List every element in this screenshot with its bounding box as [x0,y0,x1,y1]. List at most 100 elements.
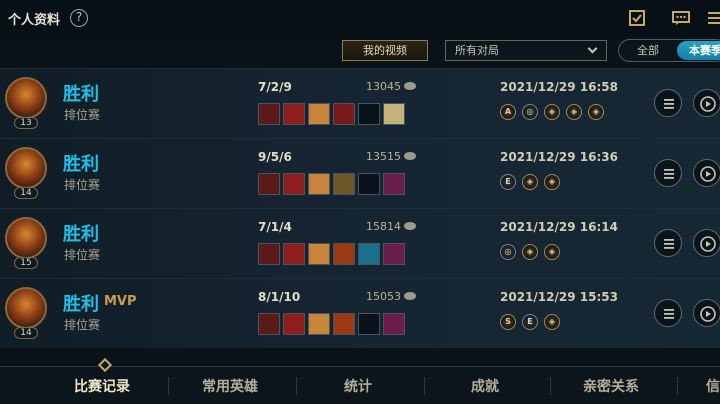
item-slot[interactable] [333,103,355,125]
item-build [258,313,405,335]
nav-divider [677,377,678,395]
item-slot[interactable] [333,243,355,265]
chevron-down-icon [587,43,598,54]
match-result: 胜利 [63,294,99,315]
level-badge: 13 [14,117,38,129]
match-datetime: 2021/12/29 15:53 [500,290,618,304]
replay-icon [700,96,716,112]
item-slot[interactable] [258,103,280,125]
chat-icon[interactable] [672,9,690,27]
replay-button[interactable] [693,299,720,327]
item-slot[interactable] [308,243,330,265]
item-slot[interactable] [383,313,405,335]
match-detail-button[interactable] [654,89,682,117]
item-slot[interactable] [308,313,330,335]
tab-overflow[interactable]: 信 [706,376,720,396]
item-slot[interactable] [383,243,405,265]
list-icon [664,239,674,249]
replay-icon [700,306,716,322]
checklist-icon[interactable] [628,9,646,27]
season-toggle[interactable]: 全部 本赛季 [618,39,720,62]
tab-achievements[interactable]: 成就 [471,376,499,396]
match-row[interactable]: 13 胜利 排位赛 7/2/9 13045 2021/12/29 16:58 A ◎ ◈ ◈ ◈ [0,68,720,138]
match-detail-button[interactable] [654,229,682,257]
replay-button[interactable] [693,89,720,117]
item-slot[interactable] [358,243,380,265]
queue-type: 排位赛 [64,108,101,122]
level-badge: 14 [14,187,38,199]
item-slot[interactable] [283,173,305,195]
match-result: 胜利 [63,84,99,105]
item-slot[interactable] [283,103,305,125]
match-row[interactable]: 14 胜利 MVP 排位赛 8/1/10 15053 2021/12/29 15:53 S E ◈ [0,278,720,348]
gold-icon [404,82,416,90]
gold-icon [404,222,416,230]
mode-select-value: 所有对局 [455,44,499,57]
season-all-option[interactable]: 全部 [619,40,677,61]
rune-icon: A [500,104,516,120]
rune-icon: ◈ [566,104,582,120]
match-detail-button[interactable] [654,159,682,187]
rune-list: S E ◈ [500,314,560,330]
item-slot[interactable] [358,103,380,125]
rune-icon: S [500,314,516,330]
match-datetime: 2021/12/29 16:14 [500,220,618,234]
item-slot[interactable] [283,313,305,335]
kda: 7/2/9 [258,80,292,94]
tab-relationships[interactable]: 亲密关系 [583,376,639,396]
champion-avatar [5,287,47,329]
item-slot[interactable] [358,313,380,335]
nav-divider [168,377,169,395]
item-slot[interactable] [333,173,355,195]
nav-divider [550,377,551,395]
item-slot[interactable] [383,173,405,195]
replay-button[interactable] [693,229,720,257]
tab-favorite-champions[interactable]: 常用英雄 [202,376,258,396]
level-badge: 14 [14,327,38,339]
kda: 9/5/6 [258,150,292,164]
rune-list: ◎ ◈ ◈ [500,244,560,260]
kda: 7/1/4 [258,220,292,234]
level-badge: 15 [14,257,38,269]
top-bar [0,0,720,36]
bottom-nav: 比赛记录 常用英雄 统计 成就 亲密关系 信 [0,366,720,404]
item-build [258,103,405,125]
gold-earned: 15814 [366,220,401,233]
item-slot[interactable] [308,173,330,195]
replay-icon [700,236,716,252]
rune-icon: ◈ [588,104,604,120]
item-slot[interactable] [258,173,280,195]
rune-icon: ◎ [522,104,538,120]
champion-avatar [5,217,47,259]
tab-match-history[interactable]: 比赛记录 [74,376,130,396]
list-icon [664,169,674,179]
item-slot[interactable] [308,103,330,125]
tab-stats[interactable]: 统计 [344,376,372,396]
match-row[interactable]: 14 胜利 排位赛 9/5/6 13515 2021/12/29 16:36 E ◈ ◈ [0,138,720,208]
item-slot[interactable] [258,313,280,335]
item-slot[interactable] [283,243,305,265]
item-slot[interactable] [258,243,280,265]
rune-icon: ◈ [544,314,560,330]
item-build [258,173,405,195]
menu-icon[interactable] [707,9,720,27]
match-row[interactable]: 15 胜利 排位赛 7/1/4 15814 2021/12/29 16:14 ◎ ◈ ◈ [0,208,720,278]
help-icon[interactable]: ? [70,9,88,27]
match-detail-button[interactable] [654,299,682,327]
item-slot[interactable] [383,103,405,125]
replay-button[interactable] [693,159,720,187]
page-title: 个人资料 [8,13,61,28]
nav-divider [296,377,297,395]
mode-select[interactable]: 所有对局 [445,40,607,61]
rune-icon: ◈ [544,244,560,260]
season-current-option[interactable]: 本赛季 [677,41,720,60]
item-slot[interactable] [358,173,380,195]
match-result: 胜利 [63,224,99,245]
item-slot[interactable] [333,313,355,335]
my-video-button[interactable]: 我的视频 [342,40,428,61]
rune-icon: E [500,174,516,190]
mvp-badge: MVP [104,294,137,309]
rune-icon: ◈ [544,174,560,190]
rune-icon: E [522,314,538,330]
list-icon [664,99,674,109]
